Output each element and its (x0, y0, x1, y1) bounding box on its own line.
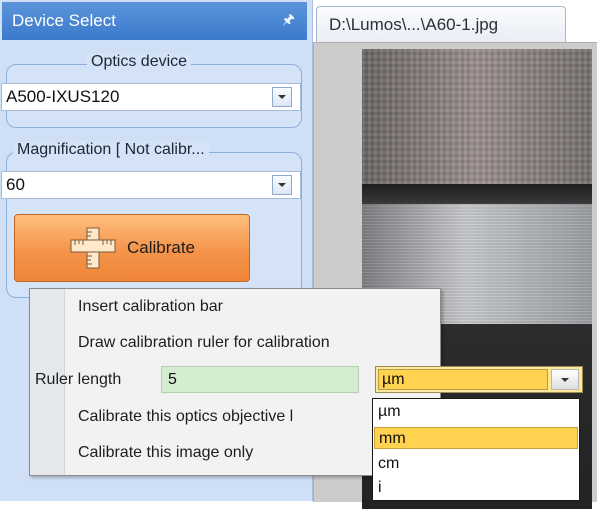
unit-option-cm[interactable]: cm (374, 453, 578, 475)
calibrate-button[interactable]: Calibrate (14, 214, 250, 282)
menu-item-draw-calibration-ruler[interactable]: Draw calibration ruler for calibration (78, 327, 330, 359)
magnification-select[interactable]: 60 (1, 171, 301, 199)
optics-device-group: Optics device A500-IXUS120 (1, 53, 302, 128)
document-tab-label: D:\Lumos\...\A60-1.jpg (329, 15, 499, 34)
menu-item-label: Draw calibration ruler for calibration (78, 334, 330, 351)
magnification-dropdown-button[interactable] (272, 175, 292, 195)
unit-option-um[interactable]: µm (374, 401, 578, 423)
ruler-unit-select[interactable]: µm (375, 366, 583, 393)
pin-icon[interactable]: 🖈 (282, 9, 295, 33)
ruler-icon (70, 227, 116, 269)
optics-device-select[interactable]: A500-IXUS120 (1, 83, 301, 111)
panel-header: Device Select 🖈 (2, 2, 307, 40)
ruler-length-row: Ruler length 5 µm (35, 366, 583, 396)
menu-item-label: Calibrate this image only (78, 444, 254, 461)
panel-title: Device Select (12, 11, 116, 30)
ruler-length-input[interactable]: 5 (161, 366, 359, 393)
unit-option-i[interactable]: i (374, 477, 578, 499)
image-region-upper (362, 49, 592, 184)
menu-item-label: Insert calibration bar (78, 298, 223, 315)
calibrate-label: Calibrate (126, 238, 196, 257)
ruler-unit-value: µm (382, 371, 405, 388)
magnification-value: 60 (6, 175, 25, 194)
menu-item-insert-calibration-bar[interactable]: Insert calibration bar (78, 291, 223, 323)
ruler-length-label: Ruler length (35, 371, 122, 388)
image-region-edge (362, 184, 592, 204)
magnification-legend: Magnification [ Not calibr... (13, 141, 209, 159)
document-tab-strip: D:\Lumos\...\A60-1.jpg (314, 0, 597, 44)
unit-dropdown-list: µm mm cm i (372, 398, 580, 501)
unit-dropdown-button[interactable] (551, 369, 579, 390)
chevron-down-icon (278, 95, 286, 99)
menu-item-calibrate-optics-objective[interactable]: Calibrate this optics objective l (78, 401, 293, 433)
chevron-down-icon (561, 377, 569, 382)
unit-option-mm[interactable]: mm (374, 427, 578, 449)
chevron-down-icon (278, 183, 286, 187)
optics-device-value: A500-IXUS120 (6, 87, 120, 106)
menu-item-calibrate-image-only[interactable]: Calibrate this image only (78, 437, 253, 469)
menu-item-label: Calibrate this optics objective l (78, 408, 294, 425)
document-tab[interactable]: D:\Lumos\...\A60-1.jpg (316, 6, 566, 44)
optics-device-dropdown-button[interactable] (272, 87, 292, 107)
optics-device-legend: Optics device (87, 53, 192, 71)
